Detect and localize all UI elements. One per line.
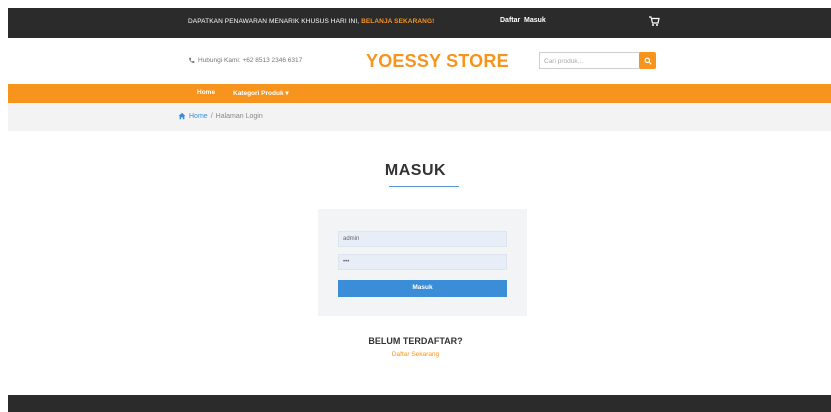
- site-header: Hubungi Kami: +62 8513 2346 6317 YOESSY …: [8, 40, 831, 84]
- search-icon: [643, 56, 652, 65]
- username-field[interactable]: admin: [338, 231, 507, 247]
- login-button[interactable]: Masuk: [338, 280, 507, 297]
- promo-highlight-link[interactable]: BELANJA SEKARANG!: [361, 18, 434, 25]
- promo-text: DAPATKAN PENAWARAN MENARIK KHUSUS HARI I…: [188, 18, 360, 25]
- page: DAPATKAN PENAWARAN MENARIK KHUSUS HARI I…: [0, 0, 831, 412]
- site-footer: [8, 395, 831, 412]
- page-title: MASUK: [384, 162, 447, 179]
- phone-icon: [189, 57, 195, 63]
- store-logo[interactable]: YOESSY STORE: [366, 51, 509, 72]
- cart-icon[interactable]: [648, 15, 660, 27]
- breadcrumb-current: Halaman Login: [215, 112, 263, 120]
- main-nav: Home Kategori Produk ▾: [8, 84, 831, 103]
- top-bar: DAPATKAN PENAWARAN MENARIK KHUSUS HARI I…: [8, 8, 831, 38]
- search-input[interactable]: Cari produk...: [539, 52, 643, 69]
- masuk-link[interactable]: Masuk: [524, 17, 546, 24]
- nav-item-kategori[interactable]: Kategori Produk ▾: [233, 89, 289, 97]
- login-form: admin ••• Masuk: [318, 209, 527, 316]
- breadcrumb-home-link[interactable]: Home: [189, 113, 208, 120]
- register-link[interactable]: Daftar Sekarang: [0, 351, 831, 358]
- daftar-link[interactable]: Daftar: [500, 17, 520, 24]
- home-icon: [178, 112, 186, 120]
- register-heading: BELUM TERDAFTAR?: [368, 336, 463, 346]
- breadcrumb-trail: Home / Halaman Login: [178, 112, 263, 120]
- title-underline: [389, 186, 459, 187]
- nav-item-home[interactable]: Home: [197, 89, 215, 96]
- phone-label: Hubungi Kami: +62 8513 2346 6317: [198, 57, 303, 64]
- contact-phone: Hubungi Kami: +62 8513 2346 6317: [188, 57, 302, 64]
- password-field[interactable]: •••: [338, 254, 507, 270]
- promo-banner: DAPATKAN PENAWARAN MENARIK KHUSUS HARI I…: [188, 18, 434, 25]
- breadcrumb: Home / Halaman Login: [8, 103, 831, 131]
- breadcrumb-separator: /: [210, 112, 213, 120]
- search-button[interactable]: [639, 52, 656, 69]
